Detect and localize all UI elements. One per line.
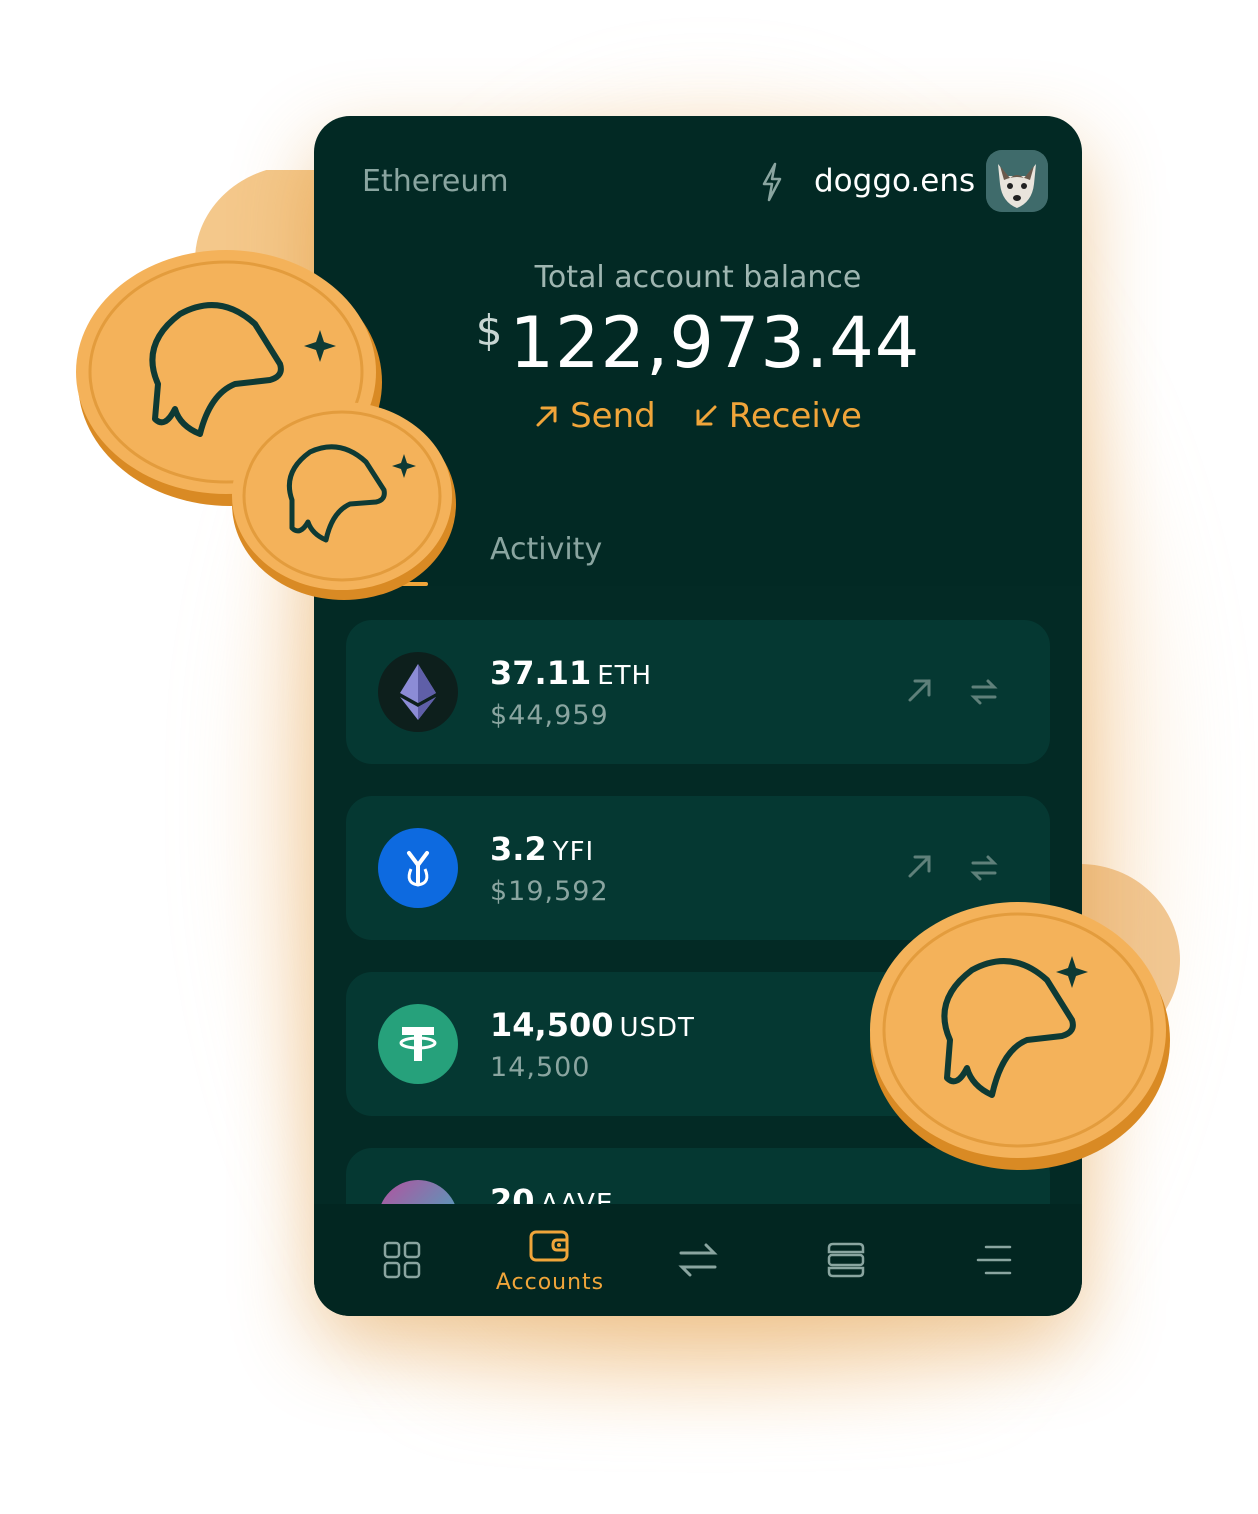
yearn-icon	[378, 828, 458, 908]
top-bar: Ethereum doggo.ens	[314, 116, 1082, 246]
asset-fiat-value: $44,959	[490, 700, 609, 731]
receive-button[interactable]: Receive	[693, 396, 862, 436]
grid-icon	[383, 1241, 421, 1279]
arrow-down-left-icon	[696, 405, 717, 426]
asset-symbol: ETH	[597, 661, 653, 691]
nav-accounts-label: Accounts	[495, 1269, 605, 1295]
asset-fiat-value: 14,500	[490, 1052, 591, 1083]
asset-row-eth[interactable]: 37.11 ETH $44,959	[346, 620, 1050, 764]
nav-accounts[interactable]: Accounts	[475, 1204, 625, 1316]
swap-icon	[678, 1243, 718, 1277]
wallet-icon	[529, 1230, 569, 1261]
asset-amount: 37.11 ETH	[490, 654, 653, 692]
nav-menu[interactable]	[919, 1204, 1069, 1316]
ens-name[interactable]: doggo.ens	[814, 163, 975, 199]
tab-activity[interactable]: Activity	[490, 532, 602, 567]
asset-symbol: YFI	[552, 837, 595, 867]
ethereum-icon	[378, 652, 458, 732]
total-balance: $122,973.44	[314, 302, 1082, 384]
coin-front-small-icon	[232, 402, 456, 600]
asset-amount: 20 AAVE	[490, 1182, 613, 1204]
nft-icon	[827, 1242, 865, 1278]
swap-asset-icon[interactable]	[970, 678, 998, 706]
asset-amount: 3.2 YFI	[490, 830, 595, 868]
currency-symbol: $	[475, 306, 504, 355]
aave-icon	[378, 1180, 458, 1204]
coin-front-right-icon	[870, 902, 1170, 1170]
asset-symbol: USDT	[619, 1013, 695, 1043]
avatar[interactable]	[986, 150, 1048, 212]
bottom-nav: Accounts	[314, 1204, 1082, 1316]
send-label: Send	[570, 396, 656, 436]
arrow-up-right-icon	[536, 406, 557, 427]
asset-fiat-value: $19,592	[490, 876, 609, 907]
receive-label: Receive	[728, 396, 862, 436]
husky-avatar-icon	[986, 150, 1048, 212]
swap-asset-icon[interactable]	[970, 854, 998, 882]
menu-icon	[976, 1245, 1012, 1275]
send-button[interactable]: Send	[534, 396, 656, 436]
nav-nft[interactable]	[771, 1204, 921, 1316]
send-asset-icon[interactable]	[906, 676, 934, 704]
lightning-icon[interactable]	[760, 162, 784, 202]
network-selector[interactable]: Ethereum	[362, 164, 509, 199]
send-asset-icon[interactable]	[906, 852, 934, 880]
asset-amount: 14,500 USDT	[490, 1006, 695, 1044]
asset-symbol: AAVE	[540, 1189, 614, 1204]
nav-swap[interactable]	[623, 1204, 773, 1316]
balance-label: Total account balance	[534, 260, 862, 295]
tether-icon	[378, 1004, 458, 1084]
nav-dashboard[interactable]	[327, 1204, 477, 1316]
balance-amount: 122,973.44	[509, 302, 921, 384]
